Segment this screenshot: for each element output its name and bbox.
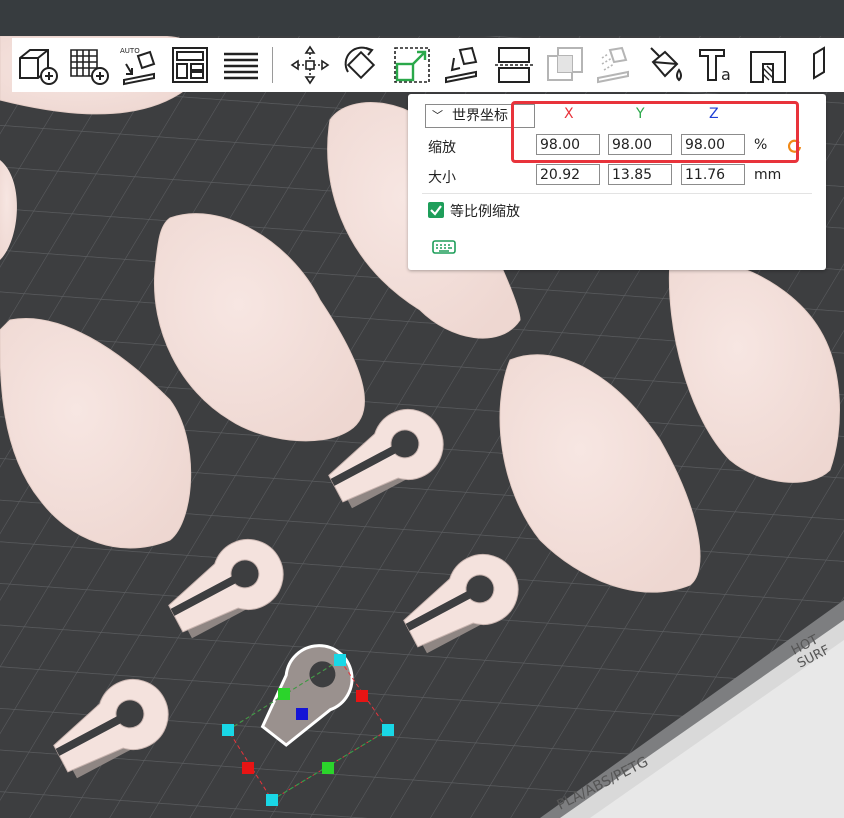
auto-orient-button[interactable]: AUTO [114, 39, 165, 91]
scale-label: 缩放 [428, 140, 456, 156]
size-label: 大小 [428, 170, 456, 186]
measure-icon [749, 51, 786, 83]
scale-handle-y[interactable] [322, 762, 334, 774]
scale-icon [394, 47, 430, 83]
lay-on-face-icon [444, 46, 478, 84]
toolbar: AUTO a [12, 38, 844, 92]
color-paint-icon [650, 47, 683, 82]
scale-handle[interactable] [266, 794, 278, 806]
coord-system-value: 世界坐标 [452, 108, 508, 124]
svg-text:AUTO: AUTO [120, 47, 140, 55]
chevron-down-icon: ﹀ [432, 109, 443, 122]
add-part-button[interactable] [12, 39, 63, 91]
uniform-scale-checkbox[interactable] [428, 202, 444, 218]
scale-handle[interactable] [382, 724, 394, 736]
layers-button[interactable] [215, 39, 266, 91]
boolean-button[interactable] [539, 39, 590, 91]
add-plate-button[interactable] [63, 39, 114, 91]
arrange-icon [171, 47, 208, 83]
assembly-button[interactable] [793, 39, 844, 91]
scale-handle[interactable] [334, 654, 346, 666]
checkmark-icon [430, 205, 442, 216]
add-part-icon [19, 49, 59, 85]
svg-text:a: a [721, 65, 731, 84]
scale-handle[interactable] [222, 724, 234, 736]
toolbar-separator [272, 47, 274, 83]
move-button[interactable] [285, 39, 336, 91]
divider [422, 193, 812, 194]
size-y-field[interactable]: 13.85 [608, 164, 672, 185]
size-unit: mm [754, 167, 782, 183]
uniform-scale-label: 等比例缩放 [450, 204, 520, 220]
support-paint-icon [597, 46, 630, 84]
auto-orient-icon: AUTO [120, 47, 156, 86]
text-button[interactable]: a [692, 39, 743, 91]
rotate-button[interactable] [336, 39, 387, 91]
boolean-icon [546, 47, 583, 81]
cut-icon [494, 47, 533, 83]
layers-icon [223, 52, 258, 80]
add-plate-icon [70, 49, 110, 85]
highlight-box [511, 101, 799, 163]
size-x-field[interactable]: 20.92 [536, 164, 600, 185]
size-z-field[interactable]: 11.76 [681, 164, 745, 185]
scale-handle-x[interactable] [356, 690, 368, 702]
cut-button[interactable] [488, 39, 539, 91]
color-paint-button[interactable] [641, 39, 692, 91]
assembly-icon [812, 46, 825, 80]
scale-handle-y[interactable] [278, 688, 290, 700]
lay-on-face-button[interactable] [437, 39, 488, 91]
rotate-icon [344, 46, 376, 80]
scale-handle-x[interactable] [242, 762, 254, 774]
measure-button[interactable] [742, 39, 793, 91]
title-bar [0, 0, 844, 36]
keyboard-icon[interactable] [432, 240, 456, 254]
support-paint-button[interactable] [590, 39, 641, 91]
scale-button[interactable] [387, 39, 438, 91]
text-icon: a [698, 49, 731, 84]
arrange-button[interactable] [164, 39, 215, 91]
move-icon [291, 45, 330, 85]
scale-handle-z[interactable] [296, 708, 308, 720]
